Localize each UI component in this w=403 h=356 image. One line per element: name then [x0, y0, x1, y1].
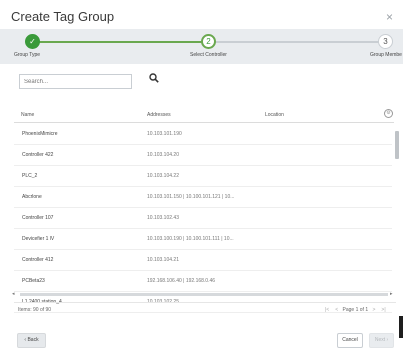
column-header-addresses[interactable]: Addresses — [147, 112, 171, 118]
footer-divider — [14, 302, 396, 303]
side-panel-tab[interactable] — [399, 316, 403, 338]
controller-address: 10.103.101.190 — [147, 131, 182, 137]
column-header-name[interactable]: Name — [21, 112, 34, 118]
controller-address: 10.103.104.21 — [147, 257, 179, 263]
controller-address: 10.103.104.22 — [147, 173, 179, 179]
table-row[interactable]: PLC_2 10.103.104.22 — [14, 166, 392, 187]
items-count: Items: 90 of 90 — [18, 307, 52, 313]
progress-line-complete — [32, 41, 208, 43]
controller-name: Controller 422 — [22, 152, 54, 158]
controller-name: PhoenixMimicre — [22, 131, 58, 137]
progress-line-remaining — [211, 41, 391, 43]
column-settings-icon[interactable]: ⚙ — [384, 109, 393, 118]
next-page-icon[interactable]: > — [373, 307, 376, 313]
table-row[interactable]: Controller 412 10.103.104.21 — [14, 250, 392, 271]
wizard-progress: ✓ 2 3 Group Type Select Controller Group… — [0, 29, 403, 64]
scroll-right-icon[interactable]: ▸ — [390, 291, 393, 297]
vertical-scrollbar-thumb[interactable] — [395, 131, 399, 159]
search-input[interactable] — [19, 74, 132, 89]
controller-address: 10.103.102.43 — [147, 215, 179, 221]
table-row[interactable]: Controller 422 10.103.104.20 — [14, 145, 392, 166]
step-2-label: Select Controller — [190, 52, 227, 58]
page-indicator: Page 1 of 1 — [342, 307, 369, 313]
cancel-button[interactable]: Cancel — [337, 333, 363, 348]
controller-address: 192.168.106.40 | 192.168.0.46 — [147, 278, 216, 284]
search-icon[interactable] — [147, 73, 161, 88]
header-divider — [14, 122, 394, 123]
horizontal-scrollbar[interactable] — [20, 293, 388, 296]
controller-name: Controller 107 — [22, 215, 54, 221]
controller-address: 10.103.101.150 | 10.100.101.121 | 10... — [147, 194, 235, 200]
table-row[interactable]: PhoenixMimicre 10.103.101.190 — [14, 124, 392, 145]
next-button[interactable]: Next › — [369, 333, 394, 348]
close-icon[interactable]: × — [386, 10, 393, 24]
step-1-check-icon[interactable]: ✓ — [25, 34, 40, 49]
back-button[interactable]: ‹ Back — [17, 333, 46, 348]
pagination: |< < Page 1 of 1 > >| — [322, 307, 389, 313]
table-row[interactable]: Devicefier 1 lV 10.103.100.190 | 10.100.… — [14, 229, 392, 250]
step-3-marker: 3 — [378, 34, 393, 49]
last-page-icon[interactable]: >| — [381, 307, 385, 313]
first-page-icon[interactable]: |< — [325, 307, 329, 313]
controller-address: 10.103.104.20 — [147, 152, 179, 158]
step-1-label: Group Type — [14, 52, 41, 58]
scroll-left-icon[interactable]: ◂ — [12, 291, 15, 297]
column-header-location[interactable]: Location — [265, 112, 284, 118]
step-2-marker[interactable]: 2 — [201, 34, 216, 49]
controller-name: PCBeta23 — [22, 278, 45, 284]
previous-page-icon[interactable]: < — [335, 307, 338, 313]
table-row[interactable]: Abcrlone 10.103.101.150 | 10.100.101.121… — [14, 187, 392, 208]
controller-name: PLC_2 — [22, 173, 38, 179]
controller-name: Devicefier 1 lV — [22, 236, 55, 242]
controller-name: Controller 412 — [22, 257, 54, 263]
controller-address: 10.103.100.190 | 10.100.101.111 | 10... — [147, 236, 234, 242]
step-3-label: Group Membe — [370, 52, 402, 58]
controller-table-body: PhoenixMimicre 10.103.101.190 Controller… — [14, 124, 392, 313]
controller-name: Abcrlone — [22, 194, 42, 200]
table-row[interactable]: PCBeta23 192.168.106.40 | 192.168.0.46 — [14, 271, 392, 292]
dialog-title: Create Tag Group — [11, 9, 115, 24]
table-row[interactable]: Controller 107 10.103.102.43 — [14, 208, 392, 229]
create-tag-group-dialog: Create Tag Group × ✓ 2 3 Group Type Sele… — [0, 0, 403, 356]
